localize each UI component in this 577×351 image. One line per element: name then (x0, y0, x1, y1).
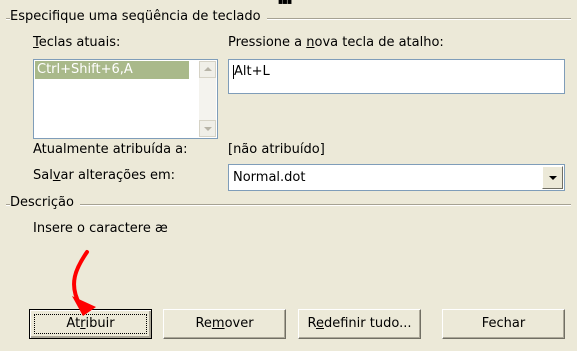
arrow-up-icon (204, 67, 212, 71)
save-in-dropdown-button[interactable] (542, 166, 563, 189)
assigned-value: [não atribuído] (228, 142, 325, 157)
customize-keyboard-dialog: ▪▪▪ Especifique uma seqüência de teclado… (0, 0, 577, 351)
description-group-divider (6, 204, 571, 206)
description-text: Insere o caractere æ (33, 221, 168, 236)
current-keys-listbox[interactable]: Ctrl+Shift+6,A (33, 59, 218, 139)
new-shortcut-label: Pressione a nova tecla de atalho: (228, 35, 444, 50)
close-button[interactable]: Fechar (442, 309, 565, 339)
save-in-label: Salvar alterações em: (33, 168, 176, 183)
current-keys-label: Teclas atuais: (33, 35, 121, 50)
assigned-label: Atualmente atribuída a: (33, 142, 188, 157)
list-item[interactable]: Ctrl+Shift+6,A (35, 61, 189, 79)
remove-button[interactable]: Remover (163, 309, 286, 339)
arrow-down-icon (204, 127, 212, 131)
keyboard-group-title: Especifique uma seqüência de teclado (10, 9, 267, 24)
new-shortcut-value: Alt+L (234, 64, 270, 79)
chevron-down-icon (549, 176, 557, 180)
description-group-title: Descrição (10, 195, 80, 210)
scroll-up-button[interactable] (199, 61, 216, 78)
annotation-arrow-shaft (72, 250, 89, 307)
scroll-down-button[interactable] (199, 120, 216, 137)
assign-button[interactable]: Atribuir (29, 309, 152, 339)
reset-all-button[interactable]: Redefinir tudo... (298, 309, 421, 339)
resize-dots: ▪▪▪ (278, 0, 292, 6)
new-shortcut-input[interactable]: Alt+L (228, 59, 565, 94)
save-in-value: Normal.dot (233, 170, 306, 185)
save-in-select[interactable]: Normal.dot (228, 164, 565, 191)
listbox-scrollbar[interactable] (199, 61, 216, 137)
